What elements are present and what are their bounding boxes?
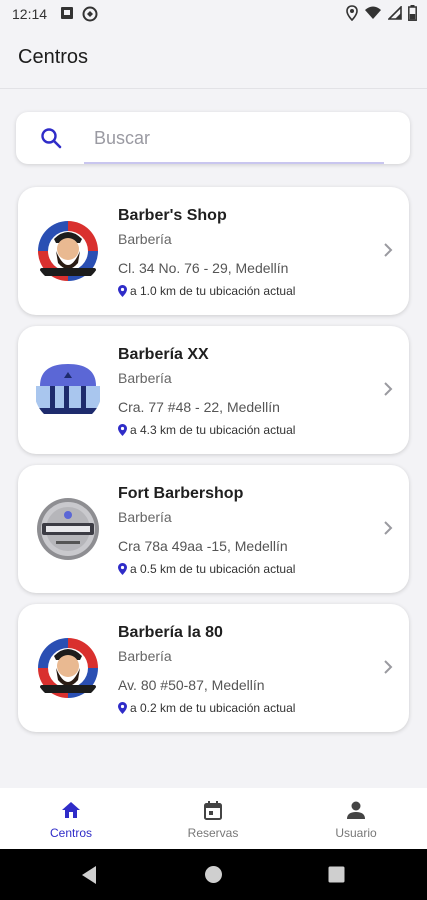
bearded-man-barber-logo — [34, 634, 102, 702]
app-bar: Centros — [0, 30, 427, 89]
nav-label: Centros — [49, 826, 93, 840]
chevron-right-icon[interactable] — [383, 520, 393, 536]
center-category: Barbería — [118, 231, 172, 247]
location-icon — [346, 5, 358, 21]
center-distance-text: a 1.0 km de tu ubicación actual — [130, 284, 296, 298]
center-name: Barber's Shop — [118, 207, 227, 224]
wifi-icon — [365, 6, 381, 19]
bearded-man-barber-logo — [34, 217, 102, 285]
battery-icon — [408, 5, 417, 21]
round-metal-sign-logo — [34, 495, 102, 563]
page-title: Centros — [18, 46, 89, 68]
location-pin-icon — [118, 563, 127, 575]
center-name: Barbería la 80 — [118, 624, 223, 641]
center-card[interactable]: Barbería XX Barbería Cra. 77 #48 - 22, M… — [18, 326, 409, 454]
status-bar: 12:14 — [0, 0, 427, 30]
center-distance: a 4.3 km de tu ubicación actual — [118, 423, 295, 437]
person-icon — [347, 801, 365, 819]
storefront-logo — [34, 356, 102, 424]
center-card[interactable]: Barbería la 80 Barbería Av. 80 #50-87, M… — [18, 604, 409, 732]
home-icon — [62, 802, 80, 818]
center-category: Barbería — [118, 509, 172, 525]
center-address: Cra. 77 #48 - 22, Medellín — [118, 399, 280, 415]
center-distance: a 0.5 km de tu ubicación actual — [118, 562, 295, 576]
recents-icon[interactable] — [328, 866, 345, 883]
signal-icon — [388, 6, 402, 20]
chevron-right-icon[interactable] — [383, 659, 393, 675]
chevron-right-icon[interactable] — [383, 381, 393, 397]
center-distance: a 1.0 km de tu ubicación actual — [118, 284, 295, 298]
center-card[interactable]: Barber's Shop Barbería Cl. 34 No. 76 - 2… — [18, 187, 409, 315]
center-category: Barbería — [118, 370, 172, 386]
home-circle-icon[interactable] — [204, 865, 223, 884]
calendar-icon — [204, 801, 222, 820]
notification-square-icon — [61, 7, 73, 19]
nav-label: Reservas — [187, 826, 239, 840]
bottom-nav: Centros Reservas Usuario — [0, 788, 427, 849]
location-pin-icon — [118, 424, 127, 436]
search-box[interactable] — [16, 112, 410, 164]
center-name: Barbería XX — [118, 346, 209, 363]
center-distance-text: a 4.3 km de tu ubicación actual — [130, 423, 296, 437]
search-underline — [84, 162, 384, 164]
nav-item-reservas[interactable]: Reservas — [158, 788, 268, 849]
search-icon — [41, 128, 62, 149]
nav-item-usuario[interactable]: Usuario — [301, 788, 411, 849]
system-nav-bar — [0, 849, 427, 900]
nav-item-centros[interactable]: Centros — [16, 788, 126, 849]
location-pin-icon — [118, 285, 127, 297]
center-distance: a 0.2 km de tu ubicación actual — [118, 701, 295, 715]
center-address: Cl. 34 No. 76 - 29, Medellín — [118, 260, 289, 276]
center-name: Fort Barbershop — [118, 485, 244, 502]
search-input[interactable] — [92, 122, 396, 154]
status-time: 12:14 — [12, 6, 48, 22]
center-distance-text: a 0.5 km de tu ubicación actual — [130, 562, 296, 576]
center-address: Cra 78a 49aa -15, Medellín — [118, 538, 288, 554]
center-card[interactable]: Fort Barbershop Barbería Cra 78a 49aa -1… — [18, 465, 409, 593]
center-distance-text: a 0.2 km de tu ubicación actual — [130, 701, 296, 715]
location-pin-icon — [118, 702, 127, 714]
back-icon[interactable] — [80, 865, 98, 885]
nav-label: Usuario — [335, 826, 377, 840]
center-category: Barbería — [118, 648, 172, 664]
center-address: Av. 80 #50-87, Medellín — [118, 677, 265, 693]
sync-circle-icon — [82, 6, 98, 22]
chevron-right-icon[interactable] — [383, 242, 393, 258]
